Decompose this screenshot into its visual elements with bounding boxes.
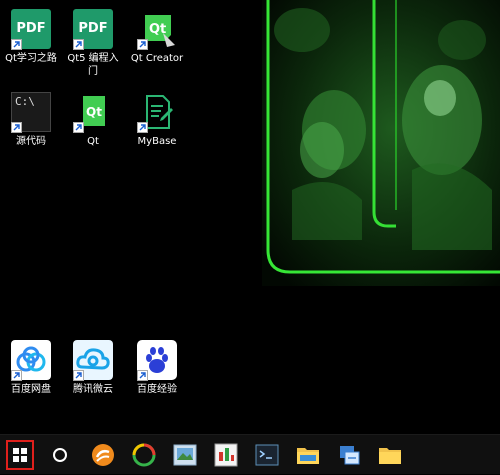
shortcut-arrow-icon	[11, 370, 22, 381]
taskbar	[0, 434, 500, 474]
taskbar-360-security[interactable]	[126, 435, 162, 475]
desktop-icon-baidu-pan[interactable]: 百度网盘	[1, 340, 61, 396]
desktop-icon-qt-learning[interactable]: PDF Qt学习之路	[1, 9, 61, 65]
desktop-icon-label: 源代码	[16, 136, 46, 147]
taskbar-terminal[interactable]	[249, 435, 285, 475]
folder-icon	[379, 448, 401, 464]
shortcut-arrow-icon	[137, 370, 148, 381]
wallpaper-artwork	[262, 0, 500, 286]
photo-viewer-icon	[173, 444, 197, 466]
desktop-icon-label: 百度网盘	[11, 384, 51, 395]
taskbar-photo-viewer[interactable]	[167, 435, 203, 475]
shortcut-arrow-icon	[73, 370, 84, 381]
desktop-icon-label: Qt学习之路	[5, 53, 57, 64]
desktop-icon-label: 百度经验	[137, 384, 177, 395]
desktop-icon-label: Qt Creator	[130, 53, 184, 64]
windows-logo-icon	[13, 448, 27, 462]
terminal-icon	[255, 444, 279, 466]
taskbar-file-explorer[interactable]	[290, 435, 326, 475]
graph-app-icon	[214, 443, 238, 467]
desktop-icon-qt-creator[interactable]: Qt Qt Qt Creator	[127, 9, 187, 65]
360-security-icon	[132, 443, 156, 467]
uc-browser-icon	[92, 444, 114, 466]
desktop-icon-mybase[interactable]: MyBase	[127, 92, 187, 148]
start-button[interactable]	[6, 440, 34, 470]
desktop-icon-tencent-cloud[interactable]: 腾讯微云	[63, 340, 123, 396]
shortcut-arrow-icon	[11, 39, 22, 50]
shortcut-arrow-icon	[11, 122, 22, 133]
desktop-icon-qt5-intro[interactable]: PDF Qt5 编程入门	[63, 9, 123, 78]
desktop-icon-label: Qt	[87, 136, 99, 147]
taskbar-uc-browser[interactable]	[85, 435, 121, 475]
svg-text:Qt: Qt	[86, 105, 102, 119]
desktop: PDF Qt学习之路 PDF Qt5 编程入门 Qt Qt Qt Creator…	[0, 0, 500, 434]
cortana-search-button[interactable]	[42, 435, 78, 475]
desktop-icon-label: MyBase	[137, 136, 177, 147]
shortcut-arrow-icon	[73, 39, 84, 50]
desktop-icon-label: Qt5 编程入门	[67, 53, 119, 77]
desktop-icon-source-code[interactable]: C:\ 源代码	[1, 92, 61, 148]
desktop-icon-label: 腾讯微云	[73, 384, 113, 395]
network-app-icon	[340, 446, 360, 465]
taskbar-network-app[interactable]	[331, 435, 367, 475]
cortana-circle-icon	[53, 448, 67, 462]
folder-icon	[297, 448, 319, 464]
desktop-icon-qt[interactable]: Qt Qt Qt	[63, 92, 123, 148]
shortcut-arrow-icon	[137, 122, 148, 133]
shortcut-arrow-icon	[73, 122, 84, 133]
taskbar-folder[interactable]	[372, 435, 408, 475]
taskbar-graph-app[interactable]	[208, 435, 244, 475]
shortcut-arrow-icon	[137, 39, 148, 50]
desktop-icon-baidu-jingyan[interactable]: 百度经验	[127, 340, 187, 396]
